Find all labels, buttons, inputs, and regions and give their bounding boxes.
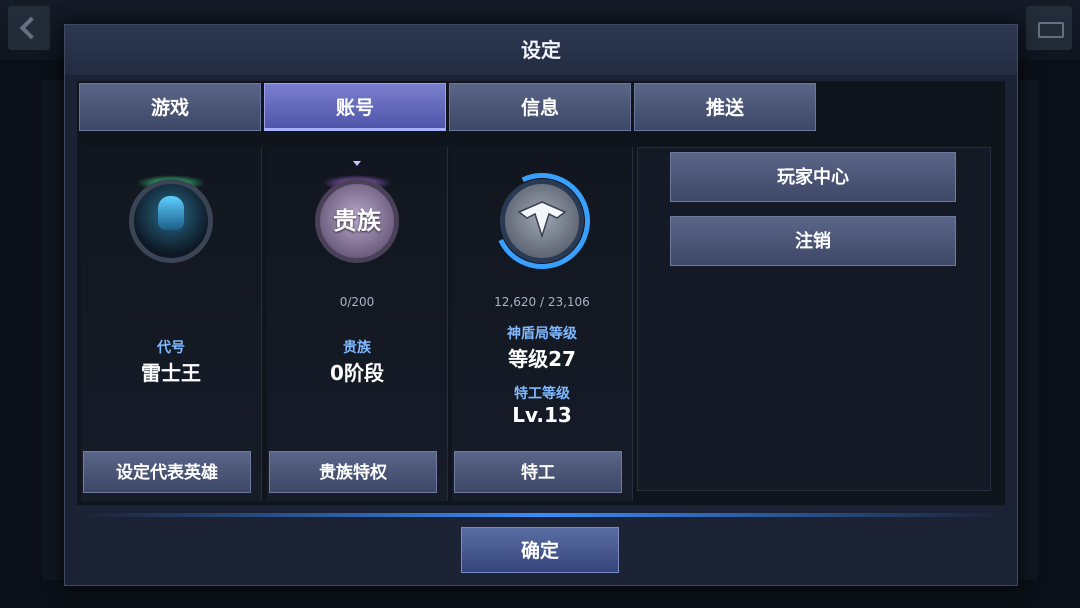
- dialog-title: 设定: [65, 25, 1017, 75]
- set-representative-hero-button[interactable]: 设定代表英雄: [83, 451, 251, 493]
- codename-label: 代号: [157, 340, 185, 356]
- codename-value: 雷士王: [141, 361, 201, 385]
- tab-info[interactable]: 信息: [449, 83, 631, 131]
- back-arrow-icon: [8, 6, 50, 50]
- hero-avatar: [129, 179, 213, 263]
- noble-card: 贵族 0/200 贵族 0阶段 贵族特权: [267, 147, 448, 501]
- confirm-button[interactable]: 确定: [461, 527, 619, 573]
- tab-game[interactable]: 游戏: [79, 83, 261, 131]
- shield-progress: 12,620 / 23,106: [494, 295, 590, 309]
- indicator-triangle-icon: [353, 161, 361, 166]
- agent-level-label: 特工等级: [514, 386, 570, 402]
- agent-level-value: Lv.13: [512, 403, 572, 427]
- noble-label: 贵族: [343, 340, 371, 356]
- profile-card: 代号 雷士王 设定代表英雄: [81, 147, 262, 501]
- noble-progress: 0/200: [339, 295, 375, 309]
- footer-divider: [77, 513, 1005, 517]
- eagle-icon: [517, 201, 567, 239]
- settings-dialog: 设定 游戏 账号 信息 推送 代号 雷士王 设定代表英雄 贵族 0/200 贵族…: [64, 24, 1018, 586]
- agent-button[interactable]: 特工: [454, 451, 622, 493]
- noble-emblem-icon: 贵族: [315, 179, 399, 263]
- noble-emblem-text: 贵族: [333, 207, 381, 235]
- noble-privilege-button[interactable]: 贵族特权: [269, 451, 437, 493]
- shield-level-label: 神盾局等级: [507, 326, 577, 342]
- dialog-content: 游戏 账号 信息 推送 代号 雷士王 设定代表英雄 贵族 0/200 贵族 0阶…: [77, 81, 1005, 505]
- shield-eagle-icon: [500, 179, 584, 263]
- shield-card: 12,620 / 23,106 神盾局等级 等级27 特工等级 Lv.13 特工: [452, 147, 633, 501]
- noble-stage-value: 0阶段: [330, 361, 384, 385]
- tab-push[interactable]: 推送: [634, 83, 816, 131]
- shield-level-value: 等级27: [508, 347, 576, 371]
- account-actions-panel: 玩家中心 注销: [637, 147, 991, 491]
- logout-button[interactable]: 注销: [670, 216, 956, 266]
- tab-account[interactable]: 账号: [264, 83, 446, 131]
- menu-icon: [1026, 6, 1072, 50]
- player-center-button[interactable]: 玩家中心: [670, 152, 956, 202]
